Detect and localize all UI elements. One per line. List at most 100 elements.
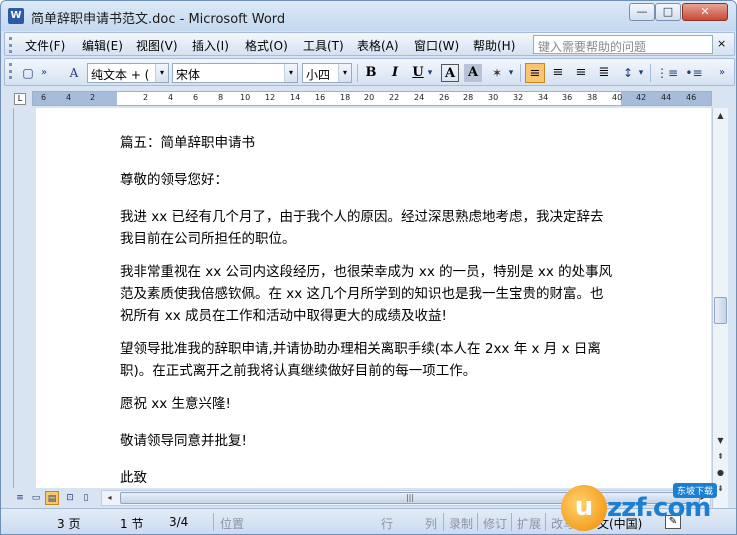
status-separator: [213, 513, 214, 531]
ruler-tick-label: 30: [488, 93, 499, 102]
horizontal-ruler[interactable]: 6 4 2 2 4 6 8 10 12 14 16 18 20 22 24 26…: [32, 91, 712, 106]
scroll-down-icon[interactable]: ▼: [713, 433, 728, 448]
close-icon[interactable]: ×: [717, 37, 726, 50]
formatting-toolbar: ▢ » A 纯文本 + ( ▾ 宋体 ▾ 小四 ▾ B I U ▾ A A ✶ …: [4, 58, 735, 86]
menu-format[interactable]: 格式(O): [245, 37, 288, 54]
ruler-tick-label: 28: [463, 93, 474, 102]
status-column: 列: [425, 517, 438, 531]
document-paragraph: 我目前在公司所担任的职位。: [120, 231, 296, 247]
highlight-icon[interactable]: ✶: [488, 64, 506, 82]
status-page: 3 页: [57, 517, 81, 531]
align-left-button[interactable]: ≡: [525, 63, 545, 83]
word-doc-icon[interactable]: W: [8, 8, 24, 24]
numbering-icon[interactable]: ⋮≡: [656, 64, 678, 82]
status-revise[interactable]: 修订: [483, 515, 507, 532]
document-paragraph: 尊敬的领导您好：: [120, 172, 228, 188]
ruler-tick-label: 26: [439, 93, 450, 102]
status-page-of: 3/4: [169, 515, 189, 529]
line-spacing-icon[interactable]: ↕: [619, 64, 637, 82]
bullets-icon[interactable]: •≡: [683, 64, 705, 82]
vertical-scrollbar[interactable]: ▲ ▼ ⇞ ● ⇟: [712, 108, 728, 508]
style-value: 纯文本 + (: [91, 68, 150, 82]
help-search-input[interactable]: 键入需要帮助的问题: [533, 35, 713, 54]
font-combo[interactable]: 宋体 ▾: [172, 63, 298, 83]
document-paragraph: 我非常重视在 xx 公司内这段经历，也很荣幸成为 xx 的一员，特别是 xx 的…: [120, 264, 613, 280]
menu-edit[interactable]: 编辑(E): [82, 37, 123, 54]
ruler-tick-label: 36: [562, 93, 573, 102]
center-button[interactable]: ≡: [548, 63, 568, 83]
normal-view-icon[interactable]: ≡: [13, 491, 27, 505]
reading-layout-icon[interactable]: ▯: [79, 491, 93, 505]
ruler-tick-label: 24: [414, 93, 425, 102]
ruler-tick-label: 38: [587, 93, 598, 102]
ruler-tick-label: 10: [240, 93, 251, 102]
status-separator: [545, 513, 546, 531]
vertical-scroll-thumb[interactable]: [714, 297, 727, 324]
ruler-tick-label: 2: [90, 93, 96, 102]
menu-insert[interactable]: 插入(I): [192, 37, 229, 54]
tab-selector[interactable]: L: [14, 93, 26, 105]
ruler-tick-label: 32: [513, 93, 524, 102]
chevron-down-icon[interactable]: ▾: [155, 64, 168, 82]
page-gutter: [14, 108, 36, 488]
menu-window[interactable]: 窗口(W): [414, 37, 459, 54]
document-page[interactable]: 篇五：简单辞职申请书 尊敬的领导您好： 我进 xx 已经有几个月了，由于我个人的…: [13, 108, 711, 488]
style-combo[interactable]: 纯文本 + ( ▾: [87, 63, 169, 83]
chevron-down-icon[interactable]: ▾: [284, 64, 297, 82]
scroll-left-icon[interactable]: ◂: [102, 491, 117, 505]
status-separator: [443, 513, 444, 531]
justify-button[interactable]: ≣: [594, 63, 614, 83]
menu-tools[interactable]: 工具(T): [303, 37, 344, 54]
maximize-button[interactable]: □: [655, 3, 681, 21]
new-document-icon[interactable]: ▢: [19, 64, 37, 82]
toolbar-grip[interactable]: [9, 63, 12, 79]
minimize-button[interactable]: —: [629, 3, 655, 21]
ruler-tick-label: 46: [686, 93, 697, 102]
ruler-tick-label: 2: [143, 93, 149, 102]
site-watermark-logo: u zzf.com 东坡下载: [561, 477, 736, 534]
outline-view-icon[interactable]: ⊡: [63, 491, 77, 505]
italic-button[interactable]: I: [385, 63, 405, 83]
document-paragraph: 范及素质使我倍感钦佩。在 xx 这几个月所学到的知识也是我一生宝贵的财富。也: [120, 286, 604, 302]
document-paragraph: 敬请领导同意并批复!: [120, 433, 247, 449]
font-size-combo[interactable]: 小四 ▾: [302, 63, 352, 83]
character-shading-button[interactable]: A: [464, 64, 482, 82]
web-layout-icon[interactable]: ▭: [29, 491, 43, 505]
chevron-down-icon[interactable]: ▾: [425, 64, 435, 82]
character-border-button[interactable]: A: [441, 64, 459, 82]
toolbar-separator: [650, 64, 651, 82]
bold-button[interactable]: B: [361, 63, 381, 83]
menu-help[interactable]: 帮助(H): [473, 37, 515, 54]
status-position: 位置: [220, 517, 245, 531]
chevron-down-icon[interactable]: ▾: [506, 64, 516, 82]
menu-view[interactable]: 视图(V): [136, 37, 178, 54]
document-paragraph: 我进 xx 已经有几个月了，由于我个人的原因。经过深思熟虑地考虑，我决定辞去: [120, 209, 604, 225]
menu-file[interactable]: 文件(F): [25, 37, 65, 54]
toolbar-overflow-icon[interactable]: »: [717, 64, 727, 82]
window-title: 简单辞职申请书范文.doc - Microsoft Word: [31, 12, 286, 27]
status-separator: [511, 513, 512, 531]
chevron-down-icon[interactable]: ▾: [636, 64, 646, 82]
status-extend[interactable]: 扩展: [517, 515, 541, 532]
chevron-down-icon[interactable]: ▾: [338, 64, 351, 82]
font-value: 宋体: [176, 68, 201, 82]
toolbar-separator: [520, 64, 521, 82]
styles-pane-icon[interactable]: A: [65, 64, 83, 82]
document-paragraph: 愿祝 xx 生意兴隆!: [120, 396, 231, 412]
print-layout-icon[interactable]: ▤: [45, 491, 59, 505]
menu-table[interactable]: 表格(A): [357, 37, 399, 54]
toolbar-grip[interactable]: [9, 37, 12, 53]
toolbar-overflow-icon[interactable]: »: [39, 64, 49, 82]
toolbar-separator: [357, 64, 358, 82]
ruler-tick-label: 34: [538, 93, 549, 102]
title-bar: W 简单辞职申请书范文.doc - Microsoft Word — □ ✕: [1, 1, 736, 31]
close-button[interactable]: ✕: [682, 3, 728, 21]
logo-badge: 东坡下载: [673, 483, 718, 498]
align-right-button[interactable]: ≡: [571, 63, 591, 83]
scroll-up-icon[interactable]: ▲: [713, 108, 728, 123]
document-paragraph: 祝所有 xx 成员在工作和活动中取得更大的成绩及收益!: [120, 308, 447, 324]
status-record[interactable]: 录制: [449, 515, 473, 532]
previous-page-icon[interactable]: ⇞: [713, 449, 728, 464]
ruler-tick-label: 6: [193, 93, 199, 102]
document-paragraph: 望领导批准我的辞职申请,并请协助办理相关离职手续(本人在 2xx 年 x 月 x…: [120, 341, 601, 357]
